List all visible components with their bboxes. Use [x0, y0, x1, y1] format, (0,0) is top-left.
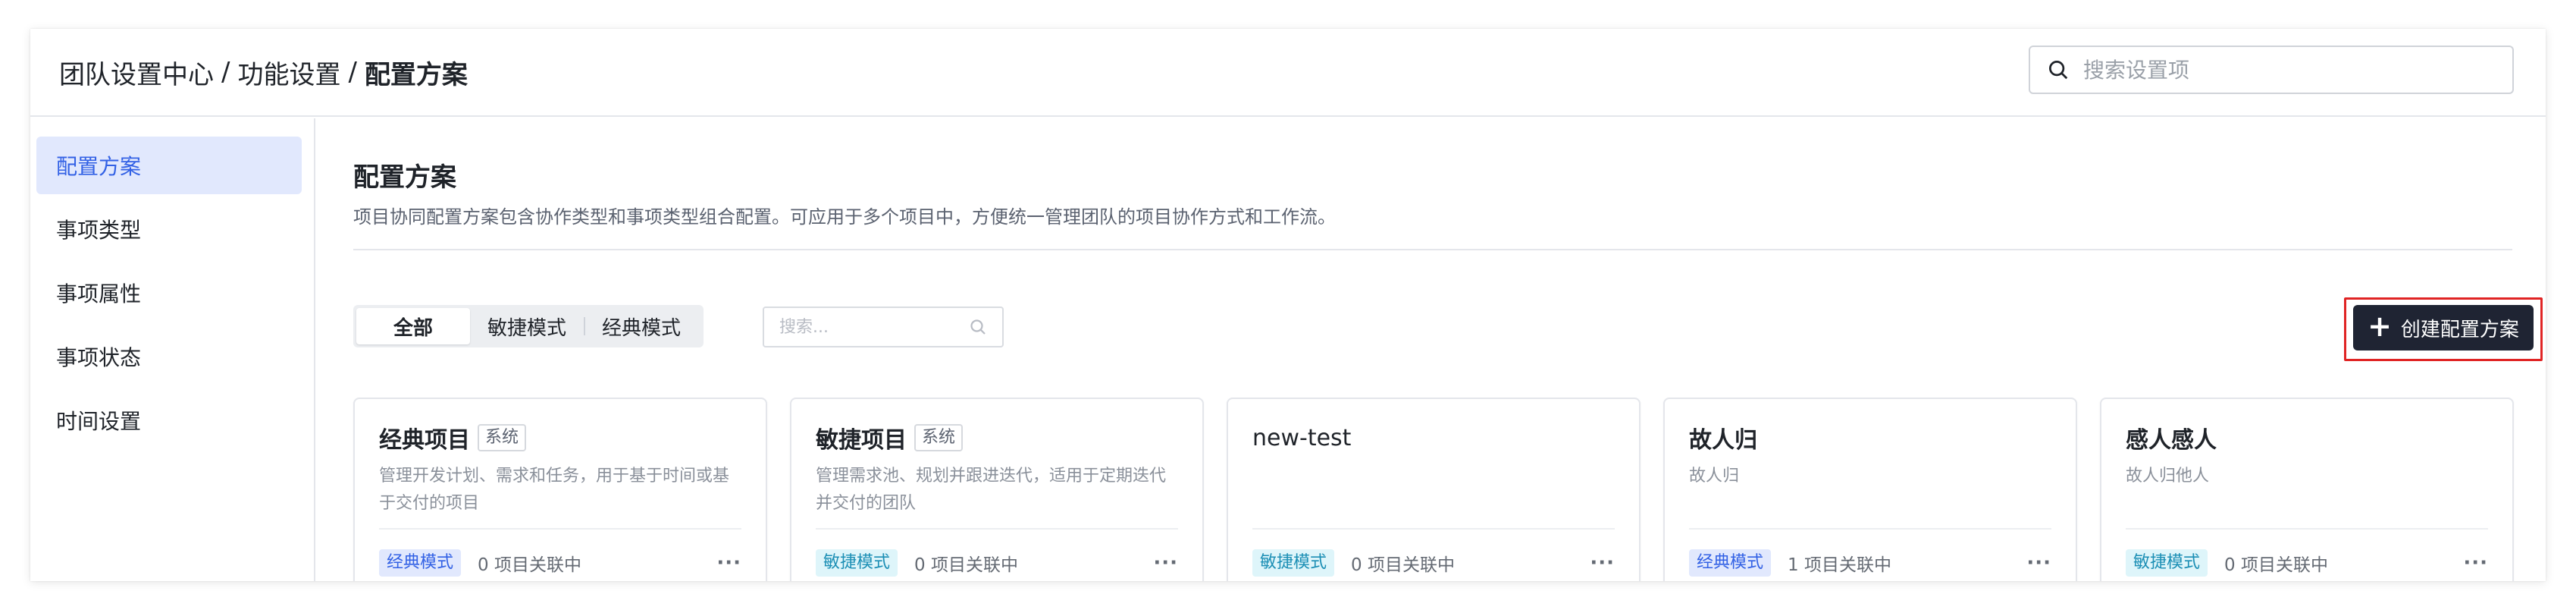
sidebar-item-time-settings[interactable]: 时间设置 [36, 391, 302, 449]
search-icon [970, 319, 986, 335]
settings-search-box[interactable] [2029, 46, 2514, 94]
scheme-card[interactable]: 故人归 故人归 经典模式 1 项目关联中 ··· [1663, 398, 2077, 581]
settings-search-input[interactable] [2083, 57, 2493, 83]
more-options-icon[interactable]: ··· [2026, 552, 2051, 574]
scheme-search-input[interactable] [779, 317, 961, 337]
card-footer: 经典模式 1 项目关联中 ··· [1689, 548, 2051, 578]
sidebar-item-config-schemes[interactable]: 配置方案 [36, 137, 302, 194]
sidebar-item-issue-types[interactable]: 事项类型 [36, 200, 302, 258]
associated-projects-count: 1 项目关联中 [1788, 555, 1891, 575]
mode-badge: 敏捷模式 [2126, 549, 2208, 577]
card-footer: 敏捷模式 0 项目关联中 ··· [2126, 548, 2488, 578]
card-title-row: 敏捷项目 系统 [816, 422, 1178, 454]
sidebar-item-issue-fields[interactable]: 事项属性 [36, 264, 302, 322]
associated-projects-count: 0 项目关联中 [914, 555, 1018, 575]
breadcrumb-separator: / [221, 57, 230, 87]
card-description: 管理需求池、规划并跟进迭代，适用于定期迭代并交付的团队 [816, 467, 1167, 513]
page-title: 配置方案 [353, 162, 456, 193]
breadcrumb-item-team-settings[interactable]: 团队设置中心 [59, 54, 214, 91]
breadcrumb-item-feature-settings[interactable]: 功能设置 [237, 54, 340, 91]
scheme-card-list: 经典项目 系统 管理开发计划、需求和任务，用于基于时间或基于交付的项目 经典模式… [353, 398, 2514, 581]
card-title-row: new-test [1252, 422, 1615, 454]
card-name: 感人感人 [2126, 427, 2217, 454]
divider [353, 249, 2512, 250]
tab-all[interactable]: 全部 [356, 308, 470, 344]
sidebar-item-label: 时间设置 [56, 409, 142, 434]
card-name: 故人归 [1689, 427, 1757, 454]
associated-projects-count: 0 项目关联中 [2224, 555, 2328, 575]
plus-icon: + [2368, 310, 2392, 343]
sidebar-item-issue-statuses[interactable]: 事项状态 [36, 328, 302, 385]
card-name: new-test [1252, 424, 1352, 451]
scheme-card[interactable]: new-test 敏捷模式 0 项目关联中 ··· [1227, 398, 1641, 581]
more-options-icon[interactable]: ··· [716, 552, 741, 574]
mode-filter-tabs: 全部 敏捷模式 经典模式 [353, 305, 704, 347]
mode-badge: 敏捷模式 [816, 549, 898, 577]
card-divider [379, 528, 741, 530]
sidebar-item-label: 事项状态 [56, 345, 142, 370]
tab-classic[interactable]: 经典模式 [584, 308, 699, 344]
card-divider [2126, 528, 2488, 530]
scheme-search-box[interactable] [763, 306, 1004, 347]
card-description: 故人归他人 [2126, 467, 2210, 486]
breadcrumb-separator: / [348, 57, 357, 87]
system-tag: 系统 [478, 424, 527, 451]
scheme-card[interactable]: 经典项目 系统 管理开发计划、需求和任务，用于基于时间或基于交付的项目 经典模式… [353, 398, 767, 581]
more-options-icon[interactable]: ··· [1590, 552, 1615, 574]
card-title-row: 感人感人 [2126, 422, 2488, 454]
card-divider [1689, 528, 2051, 530]
associated-projects-count: 0 项目关联中 [1351, 555, 1455, 575]
sidebar-item-label: 事项属性 [56, 281, 142, 306]
card-footer: 经典模式 0 项目关联中 ··· [379, 548, 741, 578]
card-description: 管理开发计划、需求和任务，用于基于时间或基于交付的项目 [379, 467, 730, 513]
system-tag: 系统 [914, 424, 964, 451]
card-footer: 敏捷模式 0 项目关联中 ··· [1252, 548, 1615, 578]
card-description: 故人归 [1689, 467, 1740, 486]
search-icon [2049, 61, 2068, 80]
scheme-card[interactable]: 敏捷项目 系统 管理需求池、规划并跟进迭代，适用于定期迭代并交付的团队 敏捷模式… [790, 398, 1204, 581]
card-divider [816, 528, 1178, 530]
breadcrumb-item-current: 配置方案 [364, 59, 468, 90]
card-name: 敏捷项目 [816, 427, 907, 454]
create-config-scheme-button[interactable]: + 创建配置方案 [2353, 305, 2534, 351]
sidebar-item-label: 事项类型 [56, 218, 142, 243]
mode-badge: 敏捷模式 [1252, 549, 1335, 577]
card-title-row: 经典项目 系统 [379, 422, 741, 454]
sidebar: 配置方案 事项类型 事项属性 事项状态 时间设置 [30, 118, 315, 581]
tab-agile[interactable]: 敏捷模式 [470, 308, 584, 344]
breadcrumb: 团队设置中心 / 功能设置 / 配置方案 [59, 54, 468, 91]
more-options-icon[interactable]: ··· [2463, 552, 2488, 574]
sidebar-item-label: 配置方案 [56, 154, 142, 179]
card-divider [1252, 528, 1615, 530]
associated-projects-count: 0 项目关联中 [478, 555, 581, 575]
more-options-icon[interactable]: ··· [1153, 552, 1178, 574]
app-window: 团队设置中心 / 功能设置 / 配置方案 配置方案 事项类型 事项属性 事项状态… [30, 29, 2546, 581]
mode-badge: 经典模式 [379, 549, 462, 577]
scheme-card[interactable]: 感人感人 故人归他人 敏捷模式 0 项目关联中 ··· [2100, 398, 2514, 581]
create-button-label: 创建配置方案 [2400, 318, 2519, 341]
card-title-row: 故人归 [1689, 422, 2051, 454]
page-description: 项目协同配置方案包含协作类型和事项类型组合配置。可应用于多个项目中，方便统一管理… [353, 206, 1336, 228]
card-name: 经典项目 [379, 427, 470, 454]
card-footer: 敏捷模式 0 项目关联中 ··· [816, 548, 1178, 578]
top-bar: 团队设置中心 / 功能设置 / 配置方案 [30, 29, 2546, 117]
card-description [1252, 463, 1615, 517]
main-content: 配置方案 项目协同配置方案包含协作类型和事项类型组合配置。可应用于多个项目中，方… [349, 118, 2543, 581]
mode-badge: 经典模式 [1689, 549, 1772, 577]
